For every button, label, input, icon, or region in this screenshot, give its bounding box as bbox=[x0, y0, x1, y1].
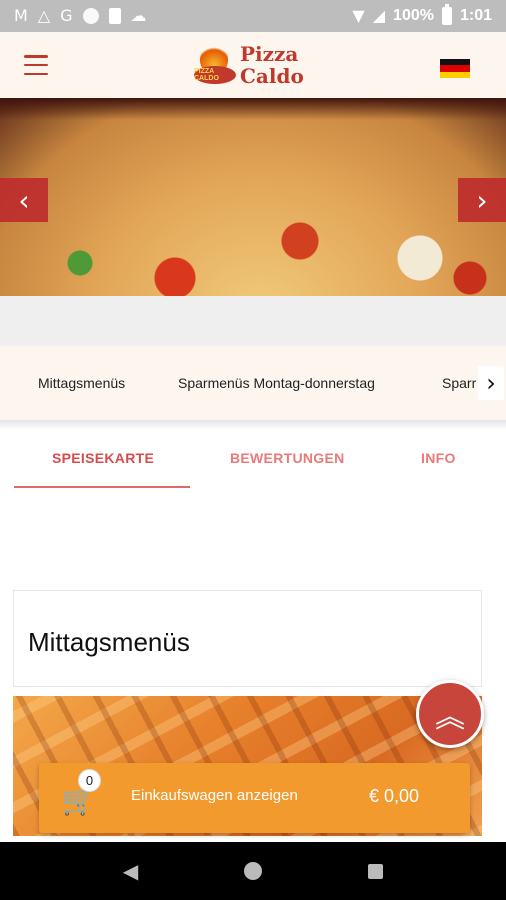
notification-icons: M △ G ☁ bbox=[14, 8, 147, 24]
system-nav-bar: ◀ bbox=[0, 842, 506, 900]
hero-image-pizza: ‹ › bbox=[0, 98, 506, 296]
battery-percent: 100% bbox=[393, 7, 434, 24]
drive-icon: △ bbox=[37, 6, 51, 25]
cart-total: € 0,00 bbox=[369, 786, 420, 806]
status-bar: M △ G ☁ ▼ ◢ 100% 1:01 bbox=[0, 0, 506, 32]
tab-info[interactable]: INFO bbox=[421, 450, 456, 466]
section-title: Mittagsmenüs bbox=[28, 627, 190, 657]
battery-icon bbox=[441, 4, 452, 25]
tab-speisekarte[interactable]: SPEISEKARTE bbox=[52, 450, 154, 466]
circle-icon bbox=[82, 8, 99, 24]
hamburger-menu-icon[interactable] bbox=[24, 55, 48, 75]
tab-bar: SPEISEKARTE BEWERTUNGEN INFO bbox=[0, 430, 506, 488]
cloud-icon: ☁ bbox=[130, 6, 147, 25]
sim-icon bbox=[108, 8, 121, 24]
scroll-to-top-button[interactable]: ︽ bbox=[416, 680, 484, 748]
clock: 1:01 bbox=[459, 7, 492, 24]
back-icon[interactable]: ◀ bbox=[123, 859, 138, 883]
active-tab-indicator bbox=[14, 486, 190, 488]
logo-line-2: Caldo bbox=[240, 64, 304, 88]
category-sparr[interactable]: Sparr bbox=[442, 375, 476, 391]
signal-icon: ◢ bbox=[372, 6, 386, 25]
cart-label: Einkaufswagen anzeigen bbox=[131, 787, 298, 804]
system-icons: ▼ ◢ 100% 1:01 bbox=[352, 4, 492, 25]
google-icon: G bbox=[60, 6, 73, 25]
category-sparmenus[interactable]: Sparmenüs Montag-donnerstag bbox=[178, 375, 375, 391]
category-bar: Mittagsmenüs Sparmenüs Montag-donnerstag… bbox=[0, 346, 506, 420]
category-mittagsmenus[interactable]: Mittagsmenüs bbox=[38, 375, 125, 391]
home-icon[interactable] bbox=[244, 862, 263, 880]
slider-next-button[interactable]: › bbox=[458, 178, 506, 222]
category-next-chevron-icon[interactable]: › bbox=[478, 366, 504, 400]
spacer bbox=[0, 296, 506, 346]
recents-icon[interactable] bbox=[368, 863, 384, 879]
app-header: PIZZA CALDO Pizza Caldo bbox=[0, 32, 506, 98]
logo[interactable]: PIZZA CALDO Pizza Caldo bbox=[194, 37, 324, 93]
cart-count-badge: 0 bbox=[78, 769, 101, 792]
logo-text: Pizza Caldo bbox=[240, 43, 304, 87]
logo-flame-icon: PIZZA CALDO bbox=[194, 44, 236, 86]
tab-bewertungen[interactable]: BEWERTUNGEN bbox=[230, 450, 345, 466]
section-header-card: Mittagsmenüs bbox=[13, 590, 482, 687]
gmail-icon: M bbox=[14, 6, 28, 25]
slider-prev-button[interactable]: ‹ bbox=[0, 178, 48, 222]
logo-line-1: Pizza bbox=[240, 42, 299, 66]
language-flag-german-icon[interactable] bbox=[440, 59, 470, 78]
wifi-icon: ▼ bbox=[352, 6, 365, 25]
view-cart-button[interactable]: 🛒 0 Einkaufswagen anzeigen € 0,00 bbox=[39, 763, 470, 833]
